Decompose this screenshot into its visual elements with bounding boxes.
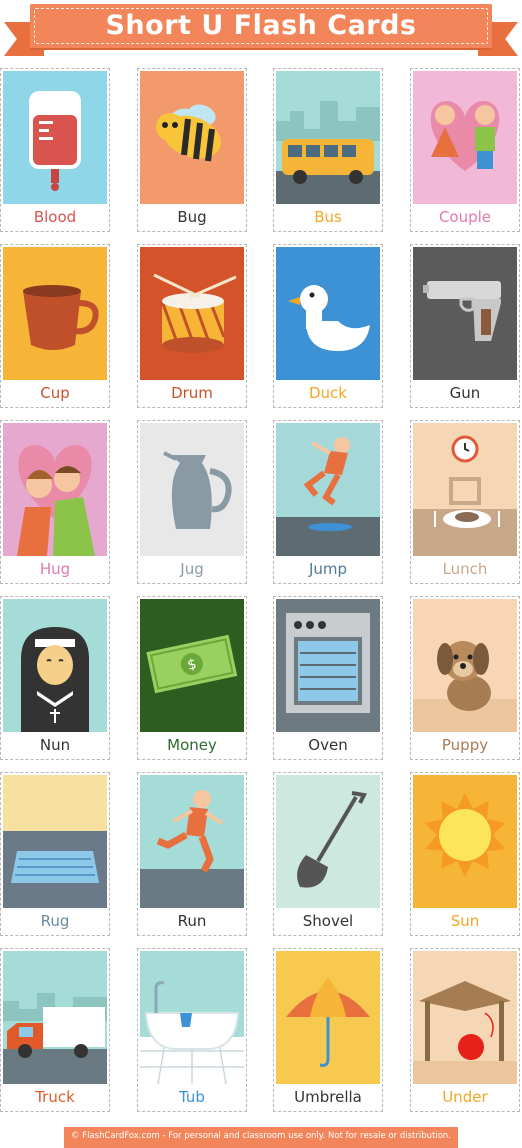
card-sun: Sun bbox=[410, 772, 520, 936]
card-word: Umbrella bbox=[294, 1088, 362, 1106]
card-jump: Jump bbox=[273, 420, 383, 584]
card-word: Money bbox=[167, 736, 217, 754]
rug-icon bbox=[3, 775, 107, 908]
card-bug: Bug bbox=[137, 68, 247, 232]
card-nun: Nun bbox=[0, 596, 110, 760]
card-word: Gun bbox=[449, 384, 481, 402]
banner-body: Short U Flash Cards bbox=[30, 4, 492, 48]
card-word: Oven bbox=[308, 736, 348, 754]
duck-icon bbox=[276, 247, 380, 380]
card-word: Tub bbox=[179, 1088, 205, 1106]
page-title: Short U Flash Cards bbox=[105, 10, 417, 41]
card-word: Sun bbox=[450, 912, 480, 930]
card-word: Drum bbox=[171, 384, 213, 402]
card-duck: Duck bbox=[273, 244, 383, 408]
card-gun: Gun bbox=[410, 244, 520, 408]
truck-icon bbox=[3, 951, 107, 1084]
puppy-icon bbox=[413, 599, 517, 732]
flash-card-grid: Blood Bug Bus Couple Cup Drum Duck Gun H… bbox=[0, 68, 522, 1123]
run-icon bbox=[140, 775, 244, 908]
card-word: Run bbox=[177, 912, 207, 930]
card-cup: Cup bbox=[0, 244, 110, 408]
bee-icon bbox=[140, 71, 244, 204]
card-lunch: Lunch bbox=[410, 420, 520, 584]
card-word: Blood bbox=[33, 208, 77, 226]
card-word: Rug bbox=[40, 912, 70, 930]
shovel-icon bbox=[276, 775, 380, 908]
card-shovel: Shovel bbox=[273, 772, 383, 936]
card-word: Bus bbox=[314, 208, 342, 226]
card-word: Couple bbox=[438, 208, 492, 226]
card-word: Duck bbox=[309, 384, 347, 402]
bathtub-icon bbox=[140, 951, 244, 1084]
card-word: Shovel bbox=[302, 912, 354, 930]
card-couple: Couple bbox=[410, 68, 520, 232]
hug-icon bbox=[3, 423, 107, 556]
oven-icon bbox=[276, 599, 380, 732]
title-banner: Short U Flash Cards bbox=[0, 0, 522, 62]
jug-icon bbox=[140, 423, 244, 556]
card-word: Nun bbox=[39, 736, 71, 754]
card-drum: Drum bbox=[137, 244, 247, 408]
nun-icon bbox=[3, 599, 107, 732]
jump-icon bbox=[276, 423, 380, 556]
card-rug: Rug bbox=[0, 772, 110, 936]
card-jug: Jug bbox=[137, 420, 247, 584]
card-word: Truck bbox=[35, 1088, 75, 1106]
card-blood: Blood bbox=[0, 68, 110, 232]
card-tub: Tub bbox=[137, 948, 247, 1112]
card-under: Under bbox=[410, 948, 520, 1112]
money-icon: $ bbox=[140, 599, 244, 732]
sun-icon bbox=[413, 775, 517, 908]
card-word: Lunch bbox=[442, 560, 488, 578]
copyright-footer: © FlashCardFox.com - For personal and cl… bbox=[64, 1127, 458, 1148]
lunch-icon bbox=[413, 423, 517, 556]
table-ball-icon bbox=[413, 951, 517, 1084]
card-umbrella: Umbrella bbox=[273, 948, 383, 1112]
umbrella-icon bbox=[276, 951, 380, 1084]
blood-bag-icon bbox=[3, 71, 107, 204]
gun-icon bbox=[413, 247, 517, 380]
drum-icon bbox=[140, 247, 244, 380]
card-word: Jump bbox=[308, 560, 348, 578]
couple-icon bbox=[413, 71, 517, 204]
card-word: Jug bbox=[180, 560, 204, 578]
card-hug: Hug bbox=[0, 420, 110, 584]
card-oven: Oven bbox=[273, 596, 383, 760]
card-truck: Truck bbox=[0, 948, 110, 1112]
footer-text: © FlashCardFox.com - For personal and cl… bbox=[70, 1131, 452, 1141]
card-word: Under bbox=[442, 1088, 488, 1106]
card-word: Puppy bbox=[441, 736, 489, 754]
card-bus: Bus bbox=[273, 68, 383, 232]
card-word: Cup bbox=[40, 384, 70, 402]
card-run: Run bbox=[137, 772, 247, 936]
card-word: Hug bbox=[39, 560, 71, 578]
card-puppy: Puppy bbox=[410, 596, 520, 760]
bus-icon bbox=[276, 71, 380, 204]
cup-icon bbox=[3, 247, 107, 380]
card-word: Bug bbox=[177, 208, 207, 226]
card-money: $ Money bbox=[137, 596, 247, 760]
